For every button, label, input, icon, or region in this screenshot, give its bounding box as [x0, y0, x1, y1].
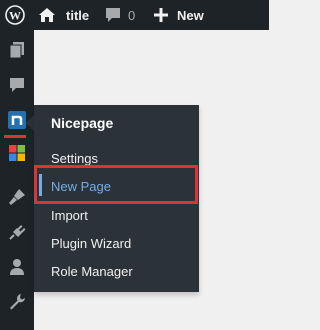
svg-text:W: W — [9, 9, 21, 23]
flyout-pointer — [26, 115, 34, 131]
plus-icon[interactable] — [154, 0, 168, 30]
menu-item-settings[interactable]: Settings — [51, 151, 98, 166]
pages-icon[interactable] — [0, 33, 34, 67]
appearance-brush-icon[interactable] — [0, 180, 34, 214]
home-icon[interactable] — [38, 0, 56, 30]
flyout-title[interactable]: Nicepage — [51, 115, 113, 131]
comments-icon[interactable] — [0, 68, 34, 102]
nicepage-flyout-menu: Nicepage Settings New Page Import Plugin… — [34, 105, 199, 292]
menu-item-import[interactable]: Import — [51, 208, 88, 223]
wordpress-logo-icon[interactable]: W — [0, 0, 30, 30]
new-content-link[interactable]: New — [177, 0, 204, 30]
admin-sidebar — [0, 30, 34, 330]
color-grid-icon[interactable] — [0, 136, 34, 170]
menu-item-plugin-wizard[interactable]: Plugin Wizard — [51, 236, 131, 251]
admin-bar: W title 0 New — [0, 0, 269, 30]
menu-item-role-manager[interactable]: Role Manager — [51, 264, 133, 279]
comment-bubble-icon[interactable] — [104, 0, 122, 30]
tools-wrench-icon[interactable] — [0, 285, 34, 319]
users-icon[interactable] — [0, 250, 34, 284]
plugins-icon[interactable] — [0, 215, 34, 249]
highlight-box — [34, 165, 198, 204]
comment-count[interactable]: 0 — [128, 0, 135, 30]
site-title[interactable]: title — [66, 0, 89, 30]
